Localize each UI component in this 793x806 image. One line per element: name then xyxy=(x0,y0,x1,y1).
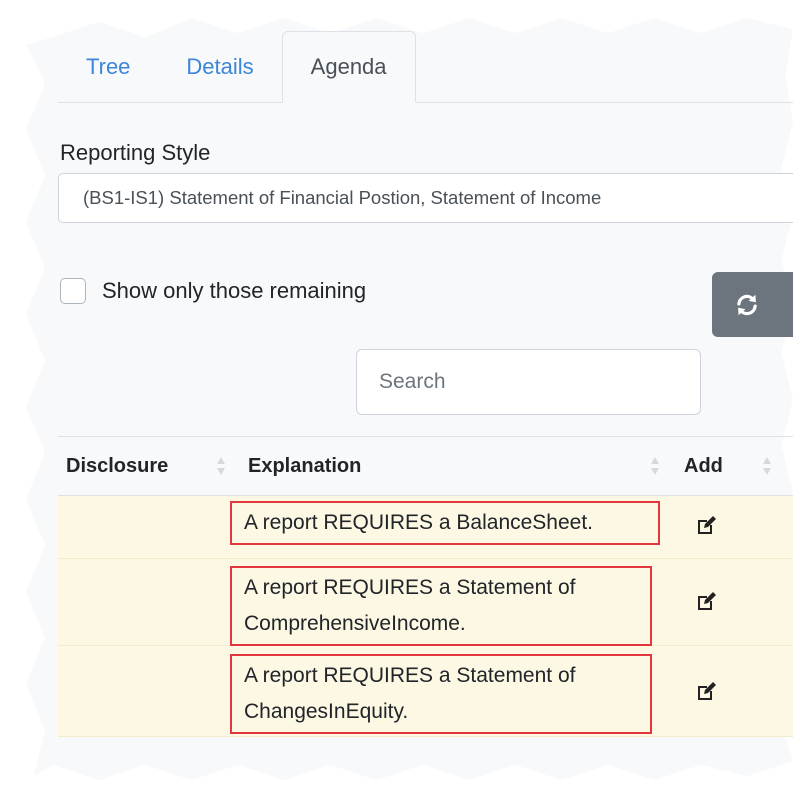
show-remaining-label: Show only those remaining xyxy=(102,278,367,303)
sort-icon xyxy=(763,457,771,475)
add-header-label: Add xyxy=(684,454,723,477)
explanation-cell: A report REQUIRES a BalanceSheet. xyxy=(230,501,660,545)
reporting-style-label: Reporting Style xyxy=(60,140,211,165)
refresh-button[interactable] xyxy=(712,272,793,337)
edit-icon[interactable] xyxy=(696,592,716,612)
column-header-disclosure[interactable]: Disclosure xyxy=(66,437,168,495)
tab-bar: Tree Details Agenda xyxy=(58,30,793,103)
show-remaining-filter: Show only those remaining xyxy=(60,278,366,304)
tab-agenda[interactable]: Agenda xyxy=(281,31,416,103)
sort-icon xyxy=(651,457,659,475)
disclosure-header-label: Disclosure xyxy=(66,454,169,477)
search-input[interactable] xyxy=(356,349,701,415)
explanation-cell: A report REQUIRES a Statement of Changes… xyxy=(230,654,652,734)
edit-icon[interactable] xyxy=(696,516,716,536)
sort-icon xyxy=(217,457,225,475)
explanation-cell: A report REQUIRES a Statement of Compreh… xyxy=(230,566,652,646)
show-remaining-checkbox[interactable] xyxy=(60,278,86,304)
tab-tree[interactable]: Tree xyxy=(58,31,158,102)
edit-icon[interactable] xyxy=(696,682,716,702)
explanation-header-label: Explanation xyxy=(248,454,362,477)
column-header-add[interactable]: Add xyxy=(684,437,723,495)
reporting-style-value: (BS1-IS1) Statement of Financial Postion… xyxy=(83,187,602,208)
column-header-explanation[interactable]: Explanation xyxy=(248,437,361,495)
refresh-icon xyxy=(737,294,757,315)
reporting-style-select[interactable]: (BS1-IS1) Statement of Financial Postion… xyxy=(58,173,793,223)
table-header: Disclosure Explanation Add xyxy=(58,436,793,497)
tab-details[interactable]: Details xyxy=(158,31,281,102)
